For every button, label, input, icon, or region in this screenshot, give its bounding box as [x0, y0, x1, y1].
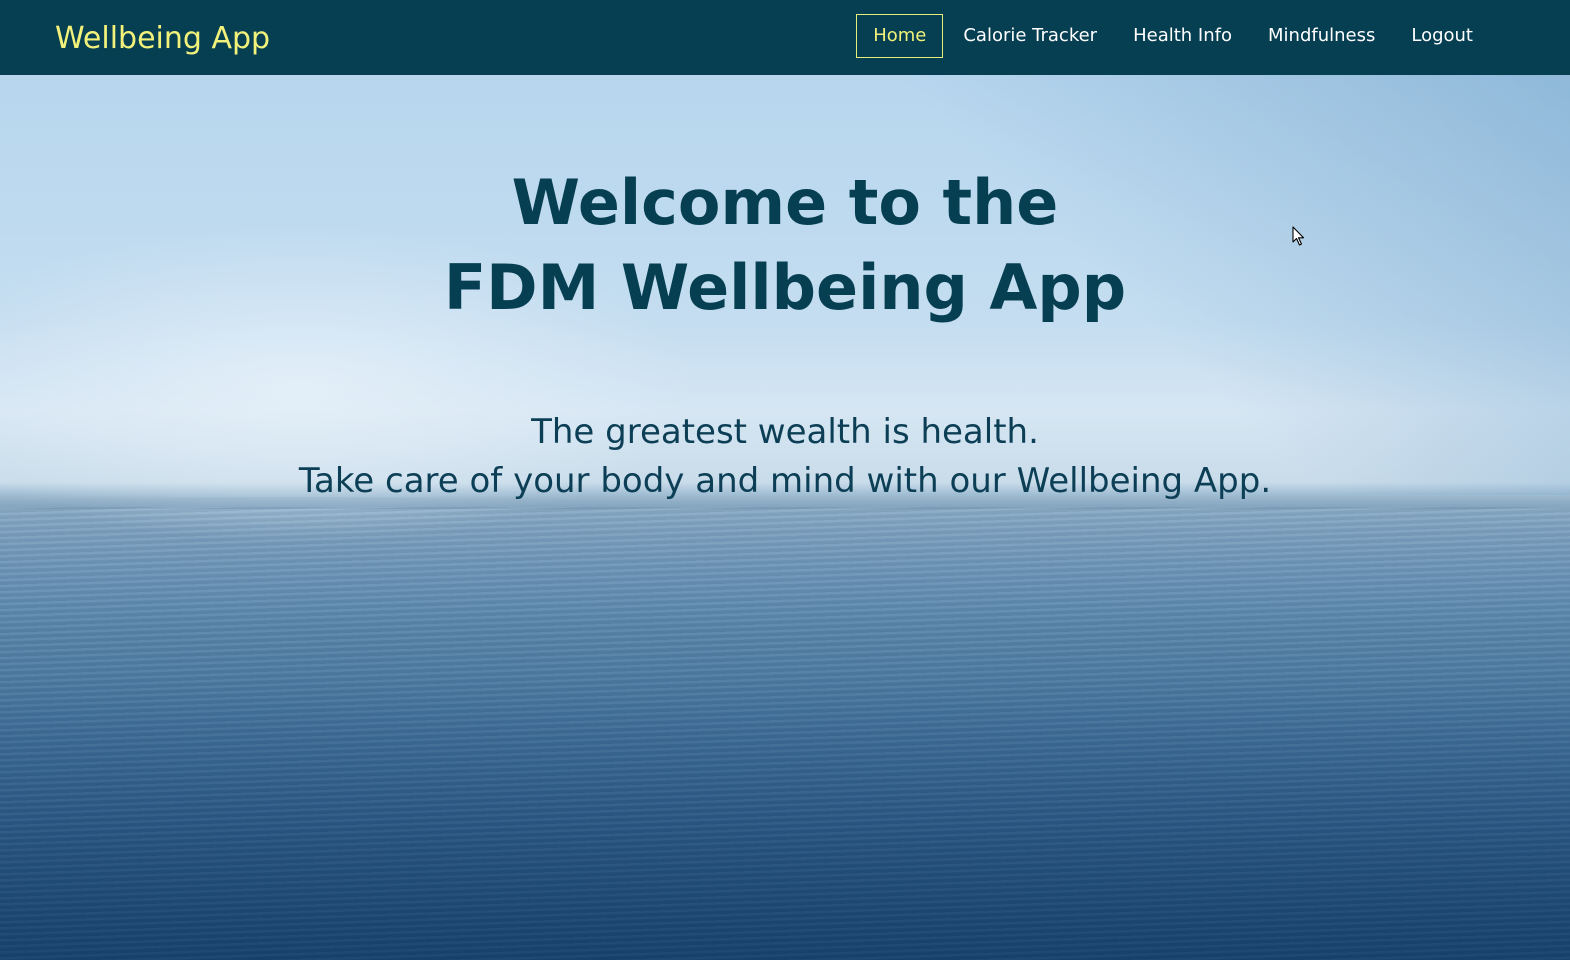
nav-mindfulness-link[interactable]: Mindfulness — [1252, 14, 1391, 58]
nav-home-link[interactable]: Home — [856, 14, 944, 58]
nav-calorie-tracker-link[interactable]: Calorie Tracker — [947, 14, 1113, 58]
brand-link[interactable]: Wellbeing App — [55, 18, 270, 60]
hero-content: Welcome to the FDM Wellbeing App The gre… — [0, 75, 1570, 506]
water-depth-shade — [0, 675, 1570, 960]
hero-subtitle: The greatest wealth is health. Take care… — [0, 408, 1570, 506]
top-navbar: Wellbeing App Home Calorie Tracker Healt… — [0, 0, 1570, 75]
hero-title-line-1: Welcome to the — [511, 166, 1059, 239]
page: Wellbeing App Home Calorie Tracker Healt… — [0, 0, 1570, 960]
hero-subtitle-line-1: The greatest wealth is health. — [531, 412, 1039, 452]
nav-links: Home Calorie Tracker Health Info Mindful… — [856, 14, 1489, 58]
nav-logout-link[interactable]: Logout — [1395, 14, 1489, 58]
nav-health-info-link[interactable]: Health Info — [1117, 14, 1248, 58]
hero-title-line-2: FDM Wellbeing App — [443, 251, 1127, 324]
mouse-pointer-icon — [1292, 226, 1305, 246]
hero-subtitle-line-2: Take care of your body and mind with our… — [298, 461, 1272, 501]
hero-title: Welcome to the FDM Wellbeing App — [0, 75, 1570, 330]
